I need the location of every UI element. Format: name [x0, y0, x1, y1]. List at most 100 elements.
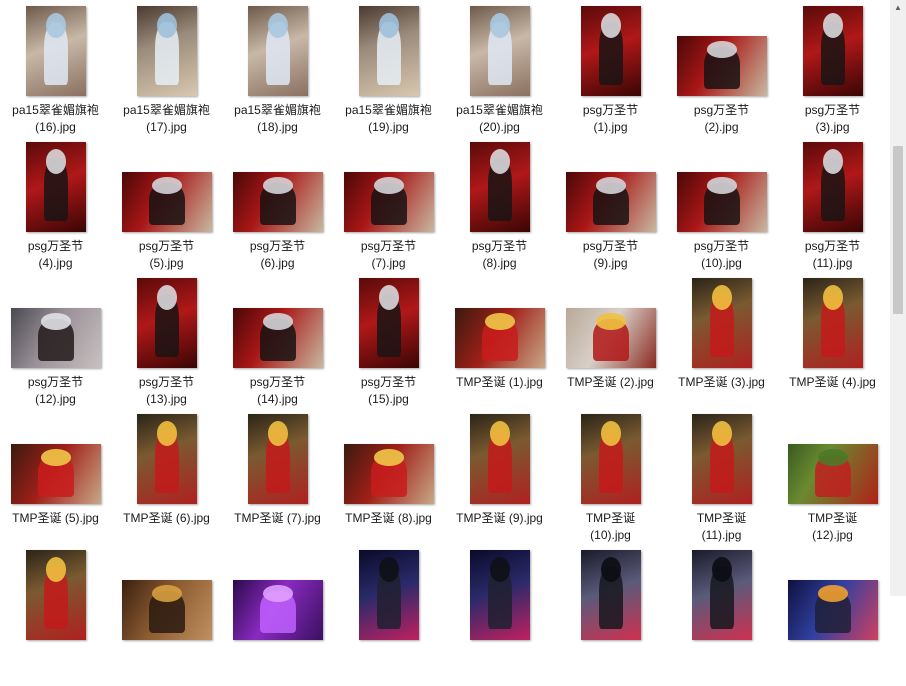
- file-item[interactable]: psg万圣节 (1).jpg: [555, 6, 666, 142]
- image-thumbnail[interactable]: [677, 36, 767, 96]
- image-thumbnail[interactable]: [359, 6, 419, 96]
- file-name-line1: TMP圣诞 (2).jpg: [567, 375, 654, 389]
- image-thumbnail[interactable]: [26, 550, 86, 640]
- image-thumbnail[interactable]: [581, 414, 641, 504]
- file-item[interactable]: psg万圣节 (4).jpg: [0, 142, 111, 278]
- file-item[interactable]: [333, 550, 444, 686]
- file-item[interactable]: psg万圣节 (10).jpg: [666, 142, 777, 278]
- file-item[interactable]: [111, 550, 222, 686]
- image-thumbnail[interactable]: [122, 172, 212, 232]
- file-item[interactable]: psg万圣节 (2).jpg: [666, 6, 777, 142]
- file-name-line1: TMP圣诞 (5).jpg: [12, 511, 99, 525]
- file-item[interactable]: pa15翠雀媚旗袍 (18).jpg: [222, 6, 333, 142]
- file-name-line1: pa15翠雀媚旗袍: [456, 103, 543, 117]
- file-name-line2: (12).jpg: [812, 528, 853, 542]
- image-thumbnail[interactable]: [26, 6, 86, 96]
- file-item[interactable]: psg万圣节 (7).jpg: [333, 142, 444, 278]
- image-thumbnail[interactable]: [122, 580, 212, 640]
- file-item[interactable]: psg万圣节 (13).jpg: [111, 278, 222, 414]
- image-thumbnail[interactable]: [803, 142, 863, 232]
- file-name-line1: pa15翠雀媚旗袍: [123, 103, 210, 117]
- file-item[interactable]: psg万圣节 (6).jpg: [222, 142, 333, 278]
- file-name-label: psg万圣节 (3).jpg: [777, 102, 888, 136]
- file-item[interactable]: TMP圣诞 (12).jpg: [777, 414, 888, 550]
- image-thumbnail[interactable]: [137, 6, 197, 96]
- image-thumbnail[interactable]: [692, 550, 752, 640]
- file-item[interactable]: pa15翠雀媚旗袍 (16).jpg: [0, 6, 111, 142]
- image-thumbnail[interactable]: [677, 172, 767, 232]
- file-item[interactable]: [666, 550, 777, 686]
- file-item[interactable]: psg万圣节 (12).jpg: [0, 278, 111, 414]
- file-name-line2: (12).jpg: [35, 392, 76, 406]
- image-thumbnail[interactable]: [455, 308, 545, 368]
- file-item[interactable]: psg万圣节 (3).jpg: [777, 6, 888, 142]
- file-item[interactable]: psg万圣节 (15).jpg: [333, 278, 444, 414]
- photo-subject-hair: [373, 176, 405, 194]
- image-thumbnail[interactable]: [137, 414, 197, 504]
- file-item[interactable]: psg万圣节 (11).jpg: [777, 142, 888, 278]
- file-item[interactable]: TMP圣诞 (7).jpg: [222, 414, 333, 550]
- file-item[interactable]: [777, 550, 888, 686]
- file-item[interactable]: TMP圣诞 (8).jpg: [333, 414, 444, 550]
- file-item[interactable]: TMP圣诞 (5).jpg: [0, 414, 111, 550]
- image-thumbnail[interactable]: [359, 278, 419, 368]
- scroll-up-arrow-icon[interactable]: ▲: [890, 0, 906, 16]
- file-item[interactable]: psg万圣节 (9).jpg: [555, 142, 666, 278]
- image-thumbnail[interactable]: [470, 142, 530, 232]
- file-item[interactable]: TMP圣诞 (3).jpg: [666, 278, 777, 414]
- file-name-label: psg万圣节 (13).jpg: [111, 374, 222, 408]
- image-thumbnail[interactable]: [233, 580, 323, 640]
- file-item[interactable]: TMP圣诞 (1).jpg: [444, 278, 555, 414]
- file-name-line1: psg万圣节: [804, 103, 861, 117]
- image-thumbnail[interactable]: [566, 172, 656, 232]
- image-thumbnail[interactable]: [803, 6, 863, 96]
- file-item[interactable]: pa15翠雀媚旗袍 (19).jpg: [333, 6, 444, 142]
- file-item[interactable]: [555, 550, 666, 686]
- file-item[interactable]: psg万圣节 (14).jpg: [222, 278, 333, 414]
- file-item[interactable]: [0, 550, 111, 686]
- image-thumbnail[interactable]: [359, 550, 419, 640]
- image-thumbnail[interactable]: [566, 308, 656, 368]
- file-item[interactable]: TMP圣诞 (11).jpg: [666, 414, 777, 550]
- file-name-line1: pa15翠雀媚旗袍: [345, 103, 432, 117]
- file-item[interactable]: TMP圣诞 (10).jpg: [555, 414, 666, 550]
- image-thumbnail[interactable]: [248, 6, 308, 96]
- image-thumbnail[interactable]: [788, 444, 878, 504]
- file-item[interactable]: [222, 550, 333, 686]
- image-thumbnail[interactable]: [233, 172, 323, 232]
- image-thumbnail[interactable]: [788, 580, 878, 640]
- image-thumbnail[interactable]: [344, 172, 434, 232]
- image-thumbnail[interactable]: [470, 414, 530, 504]
- file-item[interactable]: psg万圣节 (8).jpg: [444, 142, 555, 278]
- photo-subject-hair: [151, 176, 183, 194]
- file-name-line2: (19).jpg: [368, 120, 409, 134]
- file-name-label: psg万圣节 (15).jpg: [333, 374, 444, 408]
- file-item[interactable]: TMP圣诞 (9).jpg: [444, 414, 555, 550]
- image-thumbnail[interactable]: [137, 278, 197, 368]
- image-thumbnail[interactable]: [233, 308, 323, 368]
- file-item[interactable]: [444, 550, 555, 686]
- file-name-line2: (10).jpg: [701, 256, 742, 270]
- scrollbar-thumb[interactable]: [893, 146, 903, 314]
- image-thumbnail[interactable]: [26, 142, 86, 232]
- file-item[interactable]: pa15翠雀媚旗袍 (20).jpg: [444, 6, 555, 142]
- image-thumbnail[interactable]: [692, 414, 752, 504]
- file-item[interactable]: TMP圣诞 (2).jpg: [555, 278, 666, 414]
- photo-subject-hair: [151, 584, 183, 602]
- image-thumbnail[interactable]: [344, 444, 434, 504]
- file-item[interactable]: TMP圣诞 (6).jpg: [111, 414, 222, 550]
- image-thumbnail[interactable]: [248, 414, 308, 504]
- image-thumbnail[interactable]: [581, 6, 641, 96]
- file-item[interactable]: TMP圣诞 (4).jpg: [777, 278, 888, 414]
- image-thumbnail[interactable]: [803, 278, 863, 368]
- image-thumbnail[interactable]: [581, 550, 641, 640]
- image-thumbnail[interactable]: [11, 308, 101, 368]
- image-thumbnail[interactable]: [470, 550, 530, 640]
- file-item[interactable]: pa15翠雀媚旗袍 (17).jpg: [111, 6, 222, 142]
- image-thumbnail[interactable]: [11, 444, 101, 504]
- image-thumbnail[interactable]: [470, 6, 530, 96]
- file-item[interactable]: psg万圣节 (5).jpg: [111, 142, 222, 278]
- vertical-scrollbar[interactable]: ▲: [890, 0, 906, 596]
- file-name-line2: (20).jpg: [479, 120, 520, 134]
- image-thumbnail[interactable]: [692, 278, 752, 368]
